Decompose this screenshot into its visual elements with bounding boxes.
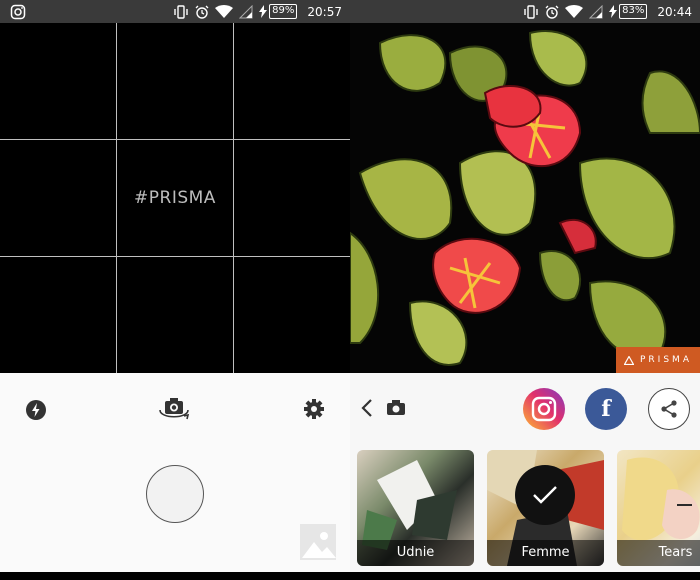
camera-controls [0,373,350,580]
signal-icon [239,4,253,18]
clock: 20:44 [657,4,692,19]
switch-camera-button[interactable] [157,395,191,425]
grid-line [0,139,350,140]
share-icon [661,400,677,418]
filter-tears[interactable]: Tears [617,450,700,566]
gallery-button[interactable] [300,524,336,560]
clock: 20:57 [307,4,342,19]
instagram-icon [531,396,557,422]
filter-femme[interactable]: Femme [487,450,604,566]
facebook-icon: f [601,396,611,422]
prisma-badge: PRISMA [616,347,700,373]
switch-camera-icon [159,398,190,420]
filter-label: Tears [617,540,700,566]
filter-strip: Udnie Femme Tears [350,445,700,572]
filter-udnie[interactable]: Udnie [357,450,474,566]
camera-button[interactable] [386,399,406,417]
alarm-icon [545,5,559,19]
facebook-share-button[interactable]: f [585,388,627,430]
gear-icon [304,399,324,419]
camera-screen: 89% 20:57 #PRISMA [0,0,350,580]
prisma-badge-text: PRISMA [640,355,692,365]
signal-icon [589,4,603,18]
checkmark-icon [533,486,557,504]
vibrate-icon [524,4,538,19]
stylized-photo[interactable]: PRISMA [350,23,700,373]
grid-line [0,256,350,257]
camera-icon [387,400,405,415]
charging-icon [259,5,268,18]
selected-indicator [515,465,575,525]
image-icon [302,532,336,558]
battery-level: 89% [269,4,298,19]
leaf-group [350,30,700,366]
back-button[interactable] [360,397,374,419]
flash-icon [26,400,46,420]
battery-level: 83% [619,4,648,19]
wifi-icon [215,4,234,18]
share-bar: f [350,373,700,445]
vibrate-icon [174,4,188,19]
instagram-share-button[interactable] [523,388,565,430]
filter-label: Femme [487,540,604,566]
prisma-watermark: #PRISMA [134,188,216,208]
flower-artwork [350,30,700,366]
result-screen: 83% 20:44 PRISMA f Udnie Femme Tears [350,0,700,580]
wifi-icon [565,4,584,18]
charging-icon [609,5,618,18]
prisma-triangle-icon [624,355,634,365]
share-button[interactable] [648,388,690,430]
system-nav-bar [0,572,700,580]
camera-viewfinder[interactable]: #PRISMA [0,23,350,373]
filter-label: Udnie [357,540,474,566]
settings-button[interactable] [303,398,325,420]
status-bar: 83% 20:44 [350,0,700,23]
alarm-icon [195,5,209,19]
flash-button[interactable] [25,399,47,421]
instagram-notification-icon [10,4,26,20]
status-bar: 89% 20:57 [0,0,350,23]
shutter-button[interactable] [146,465,204,523]
chevron-left-icon [361,399,372,417]
